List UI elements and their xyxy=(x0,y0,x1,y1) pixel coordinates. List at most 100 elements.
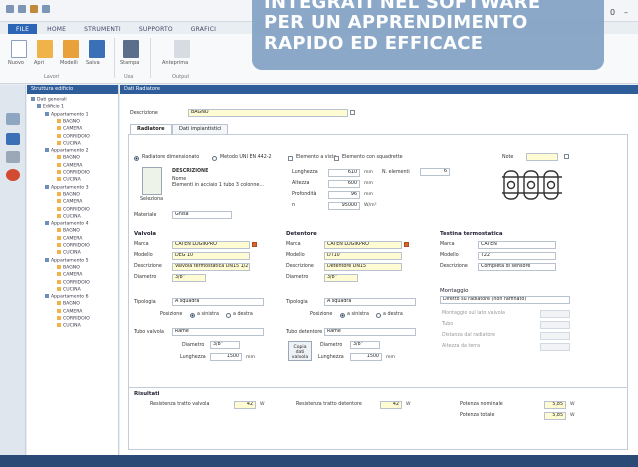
detentor-diam-select[interactable]: 3/8" xyxy=(350,341,380,349)
row-input[interactable]: DT10 xyxy=(324,252,402,260)
save-quick-icon[interactable] xyxy=(18,5,26,13)
radiator-thumbnail-button[interactable] xyxy=(142,167,162,195)
row-input[interactable]: CATEN xyxy=(478,241,556,249)
tab-dati-impiantistici[interactable]: Dati impiantistici xyxy=(172,124,229,134)
grid-view-icon[interactable] xyxy=(6,133,20,145)
result-label: Resistenza tratto valvola xyxy=(150,402,210,407)
tree-node-root[interactable]: Dati generali xyxy=(31,97,67,103)
tree-node-apartment[interactable]: Appartamento 6 xyxy=(45,294,89,300)
templates-button[interactable]: Modelli xyxy=(60,40,82,66)
tree-node-apartment[interactable]: Appartamento 3 xyxy=(45,184,89,190)
detentor-type-select[interactable]: A squadra xyxy=(324,298,416,306)
mode-radiator-radio[interactable] xyxy=(134,156,139,161)
fire-icon[interactable] xyxy=(6,169,20,181)
row-input[interactable]: 3/8" xyxy=(324,274,358,282)
tree-node-room[interactable]: CUCINA xyxy=(57,286,81,292)
tree-node-room[interactable]: BAGNO xyxy=(57,228,80,234)
tree-node-room[interactable]: CUCINA xyxy=(57,213,81,219)
tree-node-room[interactable]: CAMERA xyxy=(57,126,82,132)
tree-node-label: BAGNO xyxy=(63,228,80,234)
tab-radiatore[interactable]: Radiatore xyxy=(130,124,172,134)
dim-input[interactable]: 610 xyxy=(328,169,360,177)
tree-node-room[interactable]: CUCINA xyxy=(57,323,81,329)
detentor-left-radio[interactable] xyxy=(340,313,345,318)
valve-left-radio[interactable] xyxy=(190,313,195,318)
tree-node-room[interactable]: CUCINA xyxy=(57,177,81,183)
description-input[interactable]: BAGNO xyxy=(188,109,348,117)
row-input[interactable]: Valvola termostatica DN15 1/2" xyxy=(172,263,250,271)
row-input[interactable]: Completa di sensore xyxy=(478,263,556,271)
tree-node-room[interactable]: CAMERA xyxy=(57,199,82,205)
detentor-picker-icon[interactable] xyxy=(404,242,409,247)
row-input[interactable]: Detentore DN15 xyxy=(324,263,402,271)
dim-input[interactable]: 96 xyxy=(328,191,360,199)
tree-node-building[interactable]: Edificio 1 xyxy=(37,104,64,110)
visible-element-checkbox[interactable] xyxy=(288,156,293,161)
mode-uni-radio[interactable] xyxy=(212,156,217,161)
dim-label: Lunghezza xyxy=(292,170,318,175)
dim-label: Altezza xyxy=(292,181,310,186)
open-button[interactable]: Apri xyxy=(34,40,56,66)
minimize-icon[interactable]: – xyxy=(624,8,628,17)
result-unit: W xyxy=(406,402,411,407)
valve-right-radio[interactable] xyxy=(226,313,231,318)
tree-node-room[interactable]: CAMERA xyxy=(57,162,82,168)
material-input[interactable]: Ghisa xyxy=(172,211,232,219)
row-input[interactable]: CATEN LOGIKPRO xyxy=(324,241,402,249)
redo-icon[interactable] xyxy=(42,5,50,13)
dim-input[interactable]: 95000 xyxy=(328,202,360,210)
preview-button[interactable]: Anteprima xyxy=(162,40,202,66)
row-input[interactable]: CATEN LOGIKPRO xyxy=(172,241,250,249)
row-input[interactable]: T22 xyxy=(478,252,556,260)
tree-node-room[interactable]: BAGNO xyxy=(57,191,80,197)
tree-node-room[interactable]: CORRIDOIO xyxy=(57,133,90,139)
thermo-extra-input[interactable] xyxy=(540,321,570,329)
tree-node-room[interactable]: CORRIDOIO xyxy=(57,170,90,176)
tree-node-apartment[interactable]: Appartamento 5 xyxy=(45,257,89,263)
mount-select[interactable]: Diretto su radiatore (non raffinato) xyxy=(440,296,570,304)
tree-node-room[interactable]: CORRIDOIO xyxy=(57,243,90,249)
tree-node-room[interactable]: CUCINA xyxy=(57,250,81,256)
tree-node-room[interactable]: CAMERA xyxy=(57,235,82,241)
tree-node-room[interactable]: CUCINA xyxy=(57,140,81,146)
tree-node-room[interactable]: CORRIDOIO xyxy=(57,316,90,322)
valve-diam-select[interactable]: 3/8" xyxy=(210,341,240,349)
tree-node-apartment[interactable]: Appartamento 2 xyxy=(45,148,89,154)
tree-node-apartment[interactable]: Appartamento 1 xyxy=(45,111,89,117)
save-button[interactable]: Salva xyxy=(86,40,108,66)
new-button[interactable]: Nuovo xyxy=(8,40,30,66)
tree-node-room[interactable]: BAGNO xyxy=(57,155,80,161)
network-view-icon[interactable] xyxy=(6,151,20,163)
undo-icon[interactable] xyxy=(30,5,38,13)
thermo-extra-input[interactable] xyxy=(540,332,570,340)
detentor-tube-select[interactable]: Rame xyxy=(324,328,416,336)
n-elements-input[interactable]: 6 xyxy=(420,168,450,176)
structure-view-icon[interactable] xyxy=(6,113,20,125)
tree-node-room[interactable]: BAGNO xyxy=(57,264,80,270)
dim-unit: mm xyxy=(364,170,373,175)
tree-node-room[interactable]: CAMERA xyxy=(57,272,82,278)
copy-valve-data-button[interactable]: Copia dati valvola xyxy=(288,341,312,361)
tree-node-room[interactable]: CORRIDOIO xyxy=(57,206,90,212)
note-input[interactable] xyxy=(526,153,558,161)
note-button[interactable] xyxy=(564,154,569,159)
bracket-element-checkbox[interactable] xyxy=(334,156,339,161)
valve-length-input[interactable]: 1500 xyxy=(210,353,242,361)
thermo-extra-input[interactable] xyxy=(540,343,570,351)
tree-node-apartment[interactable]: Appartamento 4 xyxy=(45,221,89,227)
dim-input[interactable]: 600 xyxy=(328,180,360,188)
tree-node-room[interactable]: BAGNO xyxy=(57,118,80,124)
tree-node-room[interactable]: CORRIDOIO xyxy=(57,279,90,285)
detentor-length-input[interactable]: 1500 xyxy=(350,353,382,361)
tree-node-room[interactable]: CAMERA xyxy=(57,308,82,314)
description-picker-button[interactable] xyxy=(350,110,355,115)
valve-type-select[interactable]: A squadra xyxy=(172,298,264,306)
row-input[interactable]: DEG 10 xyxy=(172,252,250,260)
thermo-extra-input[interactable] xyxy=(540,310,570,318)
row-input[interactable]: 3/8" xyxy=(172,274,206,282)
valve-tube-select[interactable]: Rame xyxy=(172,328,264,336)
tree-node-room[interactable]: BAGNO xyxy=(57,301,80,307)
valve-picker-icon[interactable] xyxy=(252,242,257,247)
detentor-right-radio[interactable] xyxy=(376,313,381,318)
print-button[interactable]: Stampa xyxy=(120,40,142,66)
